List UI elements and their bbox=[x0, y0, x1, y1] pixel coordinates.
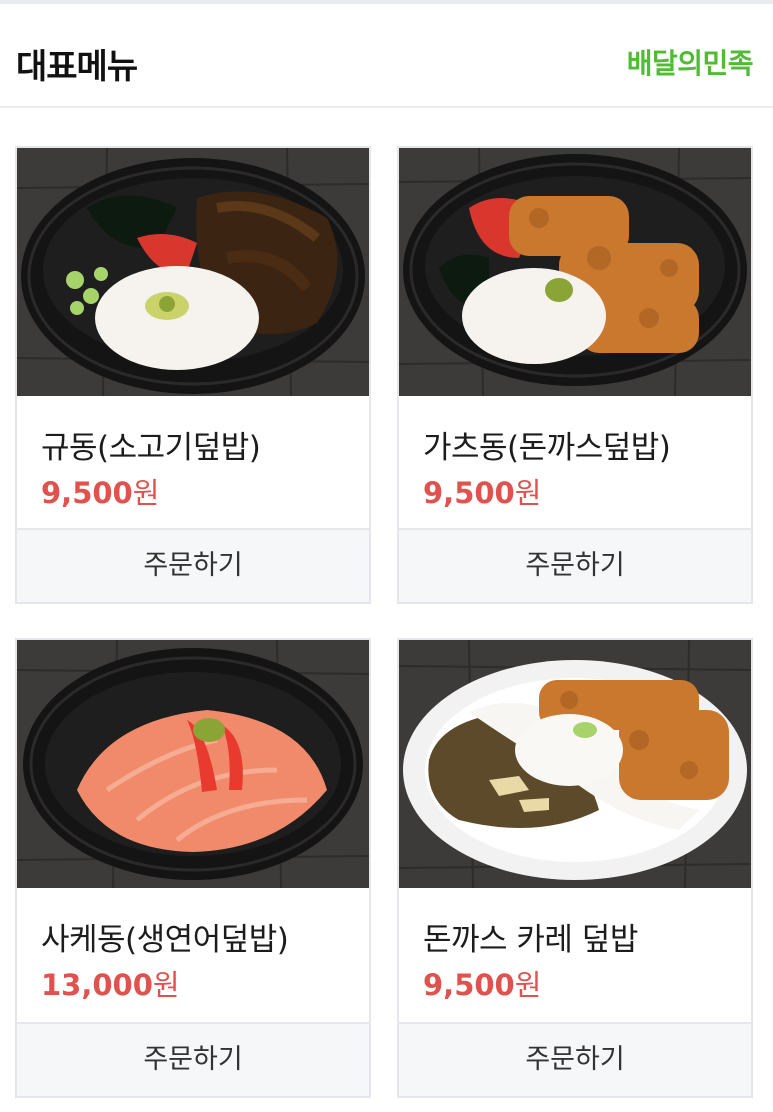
menu-item-name: 규동(소고기덮밥) bbox=[41, 430, 261, 466]
order-button[interactable]: 주문하기 bbox=[17, 1022, 369, 1096]
menu-item-price: 9,500원 bbox=[423, 470, 541, 512]
order-button[interactable]: 주문하기 bbox=[399, 528, 751, 602]
price-currency: 원 bbox=[152, 968, 180, 1002]
menu-item-price: 13,000원 bbox=[41, 962, 180, 1004]
price-currency: 원 bbox=[132, 476, 160, 510]
price-currency: 원 bbox=[514, 476, 542, 510]
price-value: 9,500 bbox=[423, 968, 515, 1002]
katsu-curry-plate-photo[interactable] bbox=[399, 640, 751, 888]
price-currency: 원 bbox=[514, 968, 542, 1002]
menu-grid: 규동(소고기덮밥) 9,500원 주문하기 가츠동(돈까스덮밥) 9,500원 … bbox=[0, 0, 773, 1112]
menu-card[interactable]: 사케동(생연어덮밥) 13,000원 주문하기 bbox=[15, 638, 371, 1098]
price-value: 9,500 bbox=[41, 476, 133, 510]
menu-item-price: 9,500원 bbox=[423, 962, 541, 1004]
order-button[interactable]: 주문하기 bbox=[17, 528, 369, 602]
price-value: 9,500 bbox=[423, 476, 515, 510]
menu-item-name: 가츠동(돈까스덮밥) bbox=[423, 430, 671, 466]
menu-card[interactable]: 가츠동(돈까스덮밥) 9,500원 주문하기 bbox=[397, 146, 753, 604]
menu-item-name: 돈까스 카레 덮밥 bbox=[423, 922, 638, 958]
katsudon-bowl-photo[interactable] bbox=[399, 148, 751, 396]
menu-item-name: 사케동(생연어덮밥) bbox=[41, 922, 289, 958]
menu-card[interactable]: 규동(소고기덮밥) 9,500원 주문하기 bbox=[15, 146, 371, 604]
order-button[interactable]: 주문하기 bbox=[399, 1022, 751, 1096]
menu-card[interactable]: 돈까스 카레 덮밥 9,500원 주문하기 bbox=[397, 638, 753, 1098]
price-value: 13,000 bbox=[41, 968, 153, 1002]
menu-item-price: 9,500원 bbox=[41, 470, 159, 512]
sakedon-bowl-photo[interactable] bbox=[17, 640, 369, 888]
gyudon-bowl-photo[interactable] bbox=[17, 148, 369, 396]
